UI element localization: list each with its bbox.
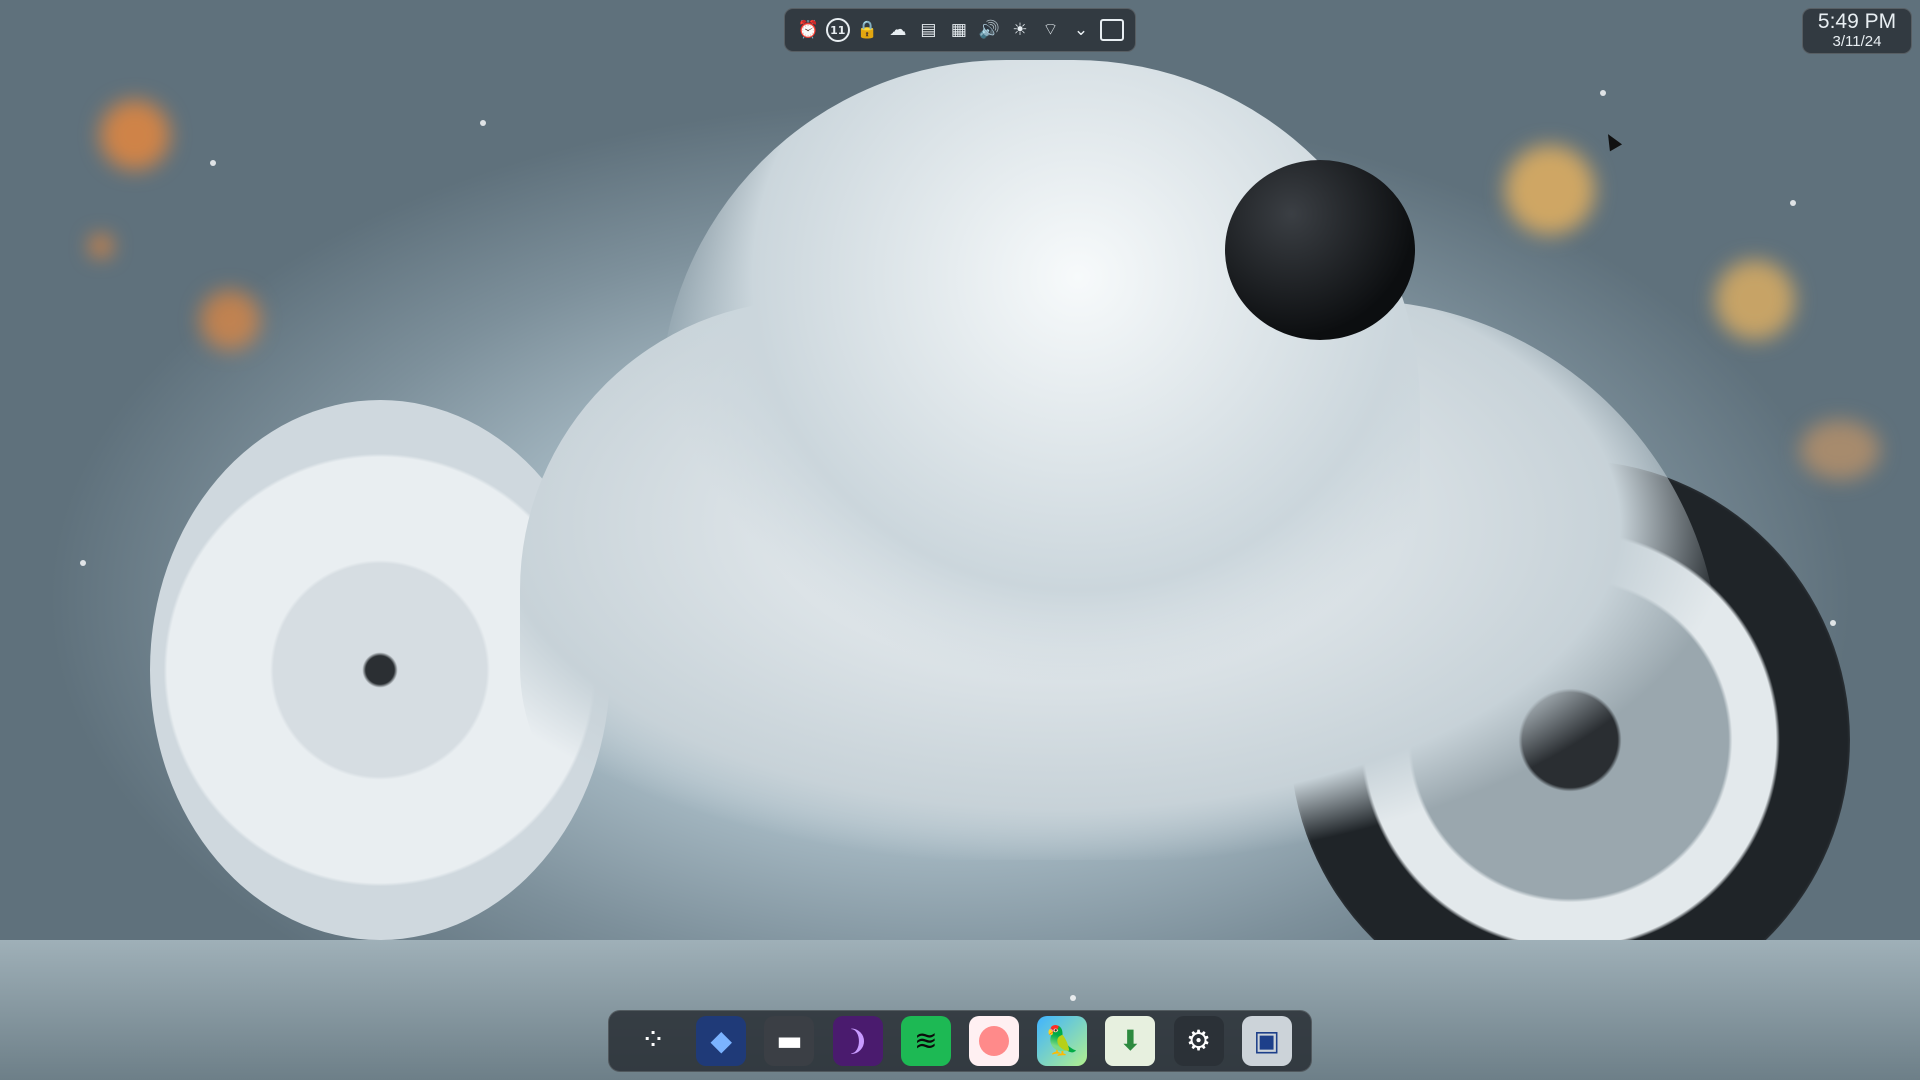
desktop: ⏰ 11 🔒 ☁ ▤ ▦ 🔊 ☀ ⌔ ⌄ 5:49 PM 3/11/24 ⁘ ◆… bbox=[0, 0, 1920, 1080]
show-desktop-box bbox=[1099, 19, 1124, 41]
clock-date: 3/11/24 bbox=[1832, 33, 1882, 50]
lock-icon[interactable]: 🔒 bbox=[854, 17, 880, 43]
system-tray: ⏰ 11 🔒 ☁ ▤ ▦ 🔊 ☀ ⌔ ⌄ bbox=[784, 8, 1136, 52]
bokeh-light bbox=[100, 100, 170, 170]
snowflake bbox=[210, 160, 216, 166]
snowflake bbox=[1600, 90, 1606, 96]
helmet-visor bbox=[1225, 160, 1415, 340]
snowflake bbox=[1790, 200, 1796, 206]
snowflake bbox=[1830, 620, 1836, 626]
clipboard-icon[interactable]: ▤ bbox=[915, 17, 941, 43]
snowflake bbox=[480, 120, 486, 126]
notifications-badge-icon[interactable]: 11 bbox=[825, 18, 850, 42]
pink-circle bbox=[979, 1026, 1010, 1056]
robot-rider bbox=[660, 60, 1420, 680]
bokeh-light bbox=[1715, 260, 1795, 340]
chevron-down-icon[interactable]: ⌄ bbox=[1068, 17, 1094, 43]
parrot-app-icon[interactable]: 🦜 bbox=[1037, 1016, 1088, 1066]
bokeh-light bbox=[200, 290, 260, 350]
snowflake bbox=[80, 560, 86, 566]
network-icon[interactable]: ⌔ bbox=[1038, 17, 1064, 43]
volume-icon[interactable]: 🔊 bbox=[976, 17, 1002, 43]
pink-circle-app-icon[interactable] bbox=[969, 1016, 1020, 1066]
mouse-pointer-icon bbox=[1601, 130, 1623, 152]
file-manager-icon[interactable]: ▬ bbox=[764, 1016, 815, 1066]
brightness-icon[interactable]: ☀ bbox=[1007, 17, 1033, 43]
dock: ⁘ ◆ ▬ ❩ ≋ 🦜 ⬇ ⚙ ▣ bbox=[608, 1010, 1312, 1072]
storage-icon[interactable]: ▦ bbox=[946, 17, 972, 43]
clock-widget[interactable]: 5:49 PM 3/11/24 bbox=[1802, 8, 1912, 54]
alarm-icon[interactable]: ⏰ bbox=[795, 17, 821, 43]
podcast-icon[interactable]: ❩ bbox=[832, 1016, 883, 1066]
app-launcher-icon[interactable]: ⁘ bbox=[628, 1016, 678, 1066]
spotify-icon[interactable]: ≋ bbox=[900, 1016, 951, 1066]
clock-time: 5:49 PM bbox=[1817, 10, 1897, 33]
bokeh-light bbox=[1800, 420, 1880, 480]
bokeh-light bbox=[1505, 145, 1595, 235]
settings-icon[interactable]: ⚙ bbox=[1173, 1016, 1224, 1066]
bokeh-light bbox=[90, 235, 112, 257]
snowflake bbox=[1070, 995, 1076, 1001]
browser-icon[interactable]: ◆ bbox=[696, 1016, 747, 1066]
vault-app-icon[interactable]: ▣ bbox=[1241, 1016, 1292, 1066]
cloud-icon[interactable]: ☁ bbox=[885, 17, 911, 43]
show-desktop-icon[interactable] bbox=[1099, 17, 1125, 43]
download-manager-icon[interactable]: ⬇ bbox=[1105, 1016, 1156, 1066]
